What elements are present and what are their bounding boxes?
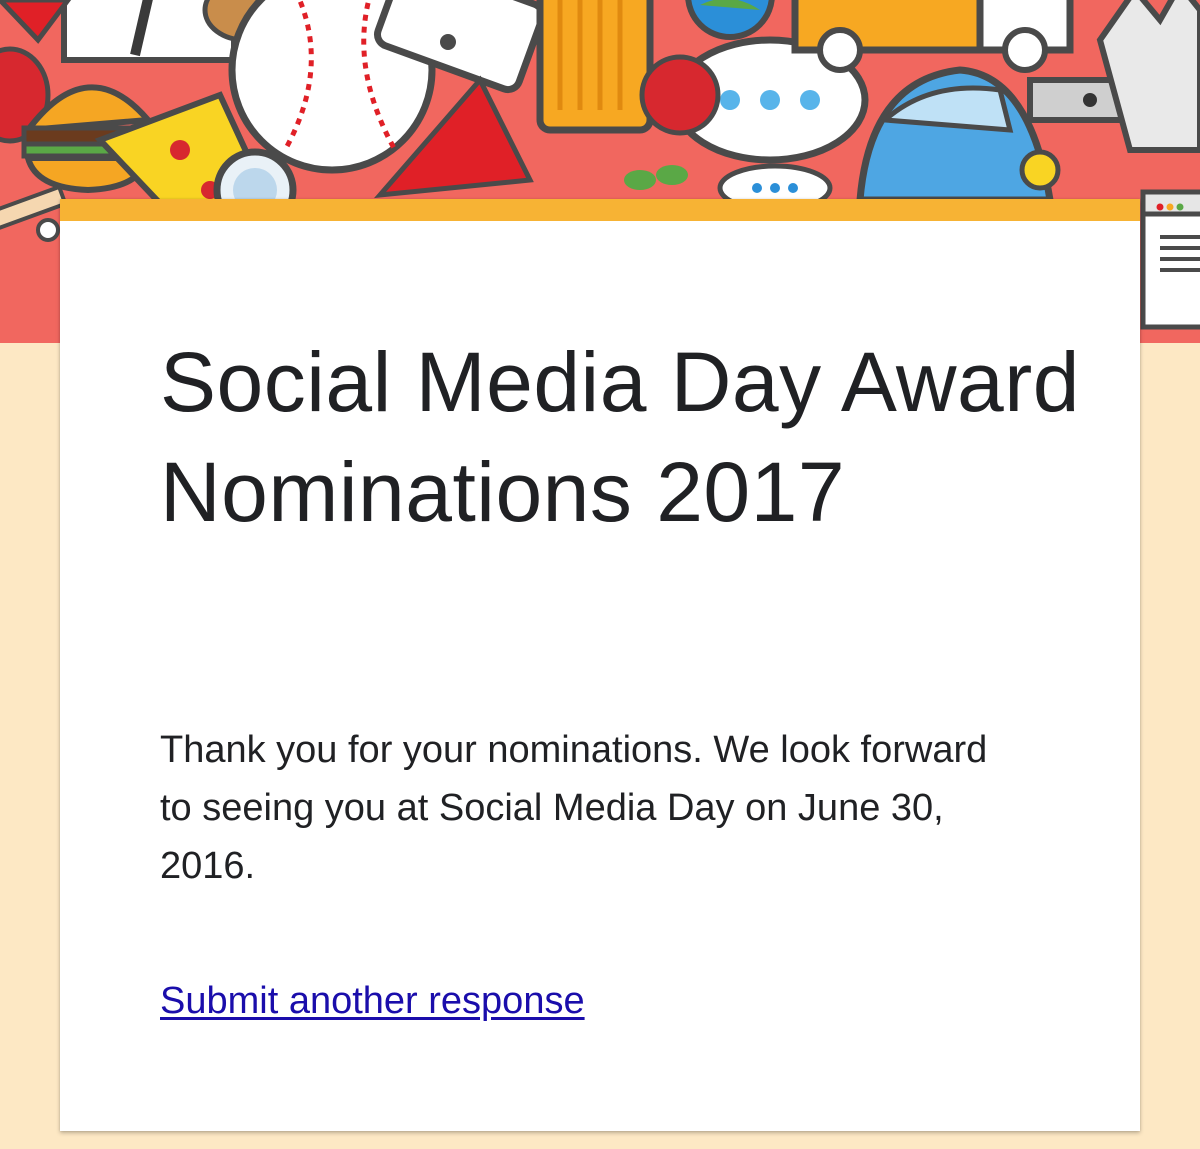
confirmation-message: Thank you for your nominations. We look … bbox=[160, 729, 988, 887]
browser-window-icon bbox=[1140, 189, 1200, 330]
submit-another-response-link[interactable]: Submit another response bbox=[160, 973, 585, 1029]
apple-icon-2 bbox=[639, 54, 721, 136]
card-accent-bar bbox=[60, 199, 1140, 221]
form-title: Social Media Day Award Nominations 2017 bbox=[160, 335, 1080, 539]
juice-jar-icon bbox=[536, 0, 654, 134]
form-card: Social Media Day Award Nominations 2017 … bbox=[60, 199, 1140, 1131]
